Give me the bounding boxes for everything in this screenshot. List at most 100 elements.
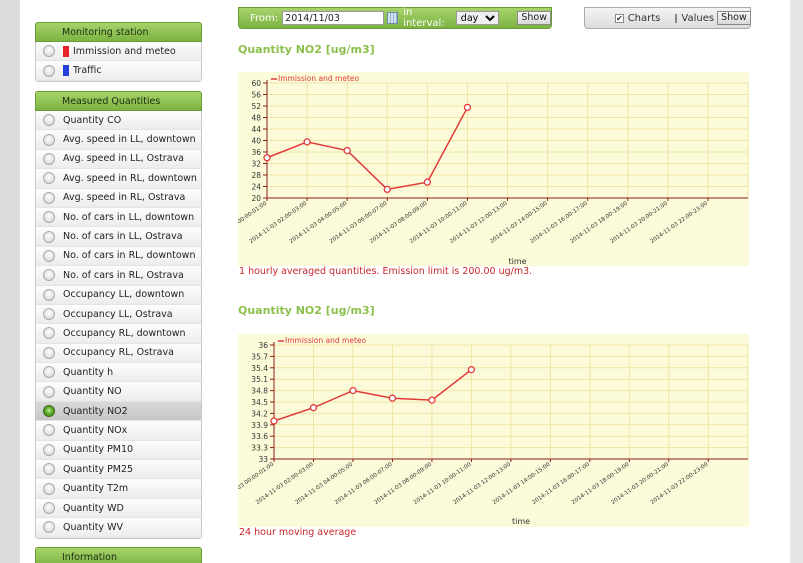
view-options-form: ✔ Charts Values Show [584, 7, 751, 29]
radio-icon[interactable] [43, 269, 55, 282]
data-point [349, 386, 357, 395]
y-tick-label: 34.8 [251, 387, 268, 396]
data-point [463, 103, 472, 112]
y-tick-label: 44 [251, 125, 261, 134]
quantity-item-label: Avg. speed in LL, downtown [63, 134, 196, 146]
station-item[interactable]: Traffic [36, 61, 201, 81]
page-gutter [790, 0, 803, 563]
quantity-item[interactable]: No. of cars in LL, downtown [36, 207, 201, 228]
quantity-item[interactable]: Quantity PM10 [36, 440, 201, 461]
chart-1-title: Quantity NO2 [ug/m3] [238, 43, 375, 56]
y-tick-label: 60 [251, 79, 261, 88]
quantity-item[interactable]: Quantity NO2 [36, 401, 201, 422]
radio-icon[interactable] [43, 211, 55, 224]
radio-icon[interactable] [43, 502, 55, 514]
quantity-item-label: Quantity WD [63, 502, 124, 514]
quantity-item[interactable]: Quantity h [36, 363, 201, 383]
radio-icon[interactable] [43, 521, 55, 534]
quantity-item[interactable]: Avg. speed in LL, Ostrava [36, 149, 201, 170]
y-tick-label: 35.4 [251, 364, 268, 373]
station-item-label: Traffic [73, 65, 102, 77]
station-item[interactable]: Immission and meteo [36, 42, 201, 62]
quantity-item[interactable]: Occupancy LL, downtown [36, 285, 201, 305]
radio-icon[interactable] [43, 327, 55, 340]
radio-icon[interactable] [43, 482, 55, 495]
quantity-item-label: Avg. speed in RL, Ostrava [63, 192, 186, 204]
chart-2-note: 24 hour moving average [239, 527, 357, 538]
y-tick-label: 34.2 [251, 409, 268, 418]
quantity-item-label: Occupancy LL, Ostrava [63, 308, 173, 320]
calendar-icon[interactable] [387, 12, 399, 24]
radio-icon[interactable] [43, 366, 55, 379]
radio-icon[interactable] [43, 191, 55, 204]
radio-icon[interactable] [43, 45, 55, 58]
monitoring-station-panel: Monitoring station Immission and meteo Tr… [35, 22, 202, 82]
y-tick-label: 33.3 [251, 444, 268, 453]
radio-icon[interactable] [43, 463, 55, 476]
radio-icon[interactable] [43, 424, 55, 437]
y-tick-label: 28 [251, 171, 261, 180]
quantity-item[interactable]: Quantity WD [36, 498, 201, 519]
interval-select[interactable]: day [455, 11, 500, 25]
quantity-item[interactable]: Quantity CO [36, 111, 201, 131]
quantity-item[interactable]: Avg. speed in RL, Ostrava [36, 188, 201, 208]
from-date-input[interactable] [282, 11, 385, 25]
radio-icon[interactable] [43, 385, 55, 398]
quantity-item-label: Quantity NO [63, 386, 122, 398]
quantity-item-label: Occupancy LL, downtown [63, 289, 185, 301]
quantity-item[interactable]: Quantity WV [36, 518, 201, 538]
quantity-item[interactable]: Quantity NO [36, 382, 201, 402]
quantity-item[interactable]: Avg. speed in RL, downtown [36, 169, 201, 189]
y-tick-label: 32 [251, 160, 261, 169]
quantity-item[interactable]: No. of cars in RL, Ostrava [36, 266, 201, 286]
x-axis-label: time [508, 257, 526, 266]
radio-icon[interactable] [43, 346, 55, 359]
y-tick-label: 35.1 [251, 375, 268, 384]
y-tick-label: 20 [251, 194, 261, 203]
monitoring-station-list: Immission and meteo Traffic [35, 42, 202, 82]
data-point [423, 178, 431, 186]
radio-icon[interactable] [43, 133, 55, 146]
quantity-item[interactable]: Occupancy RL, downtown [36, 324, 201, 344]
show-date-button[interactable]: Show [517, 11, 551, 25]
quantity-item[interactable]: No. of cars in LL, Ostrava [36, 227, 201, 247]
chart-grid [266, 82, 749, 199]
quantity-item-label: Occupancy RL, downtown [63, 327, 186, 339]
information-title[interactable]: Information [35, 547, 202, 563]
information-panel[interactable]: Information [35, 547, 202, 563]
quantity-item-label: Quantity WV [63, 521, 123, 533]
radio-icon[interactable] [43, 152, 55, 165]
quantity-item[interactable]: Occupancy RL, Ostrava [36, 343, 201, 364]
radio-icon[interactable] [43, 308, 55, 321]
values-checkbox[interactable] [675, 13, 678, 23]
radio-icon[interactable] [43, 405, 55, 418]
radio-icon[interactable] [43, 114, 55, 127]
quantity-item-label: No. of cars in RL, Ostrava [63, 269, 184, 281]
quantity-item[interactable]: Quantity T2m [36, 479, 201, 499]
charts-checkbox[interactable]: ✔ [615, 13, 624, 23]
quantity-item[interactable]: Quantity PM25 [36, 460, 201, 480]
radio-icon[interactable] [43, 172, 55, 185]
chart-1-note: 1 hourly averaged quantities. Emission l… [239, 266, 533, 277]
quantity-item[interactable]: Quantity NOx [36, 421, 201, 441]
radio-icon[interactable] [43, 64, 55, 77]
quantity-item[interactable]: No. of cars in RL, downtown [36, 246, 201, 267]
quantity-item-label: Quantity PM10 [63, 444, 134, 456]
radio-icon[interactable] [43, 288, 55, 301]
y-tick-label: 36 [251, 148, 261, 157]
quantity-item[interactable]: Avg. speed in LL, downtown [36, 130, 201, 150]
station-color-swatch [63, 65, 69, 77]
radio-icon[interactable] [43, 230, 55, 243]
measured-quantities-list: Quantity CO Avg. speed in LL, downtown Avg… [35, 111, 202, 539]
data-point [428, 396, 436, 404]
radio-icon[interactable] [43, 249, 55, 262]
radio-icon[interactable] [43, 443, 55, 456]
data-point [467, 366, 476, 374]
data-point [270, 417, 278, 425]
station-item-label: Immission and meteo [73, 45, 176, 57]
data-point [343, 146, 351, 155]
quantity-item[interactable]: Occupancy LL, Ostrava [36, 304, 201, 325]
quantity-item-label: No. of cars in RL, downtown [63, 250, 196, 262]
y-tick-label: 35.7 [251, 352, 268, 361]
show-view-button[interactable]: Show [717, 11, 751, 25]
